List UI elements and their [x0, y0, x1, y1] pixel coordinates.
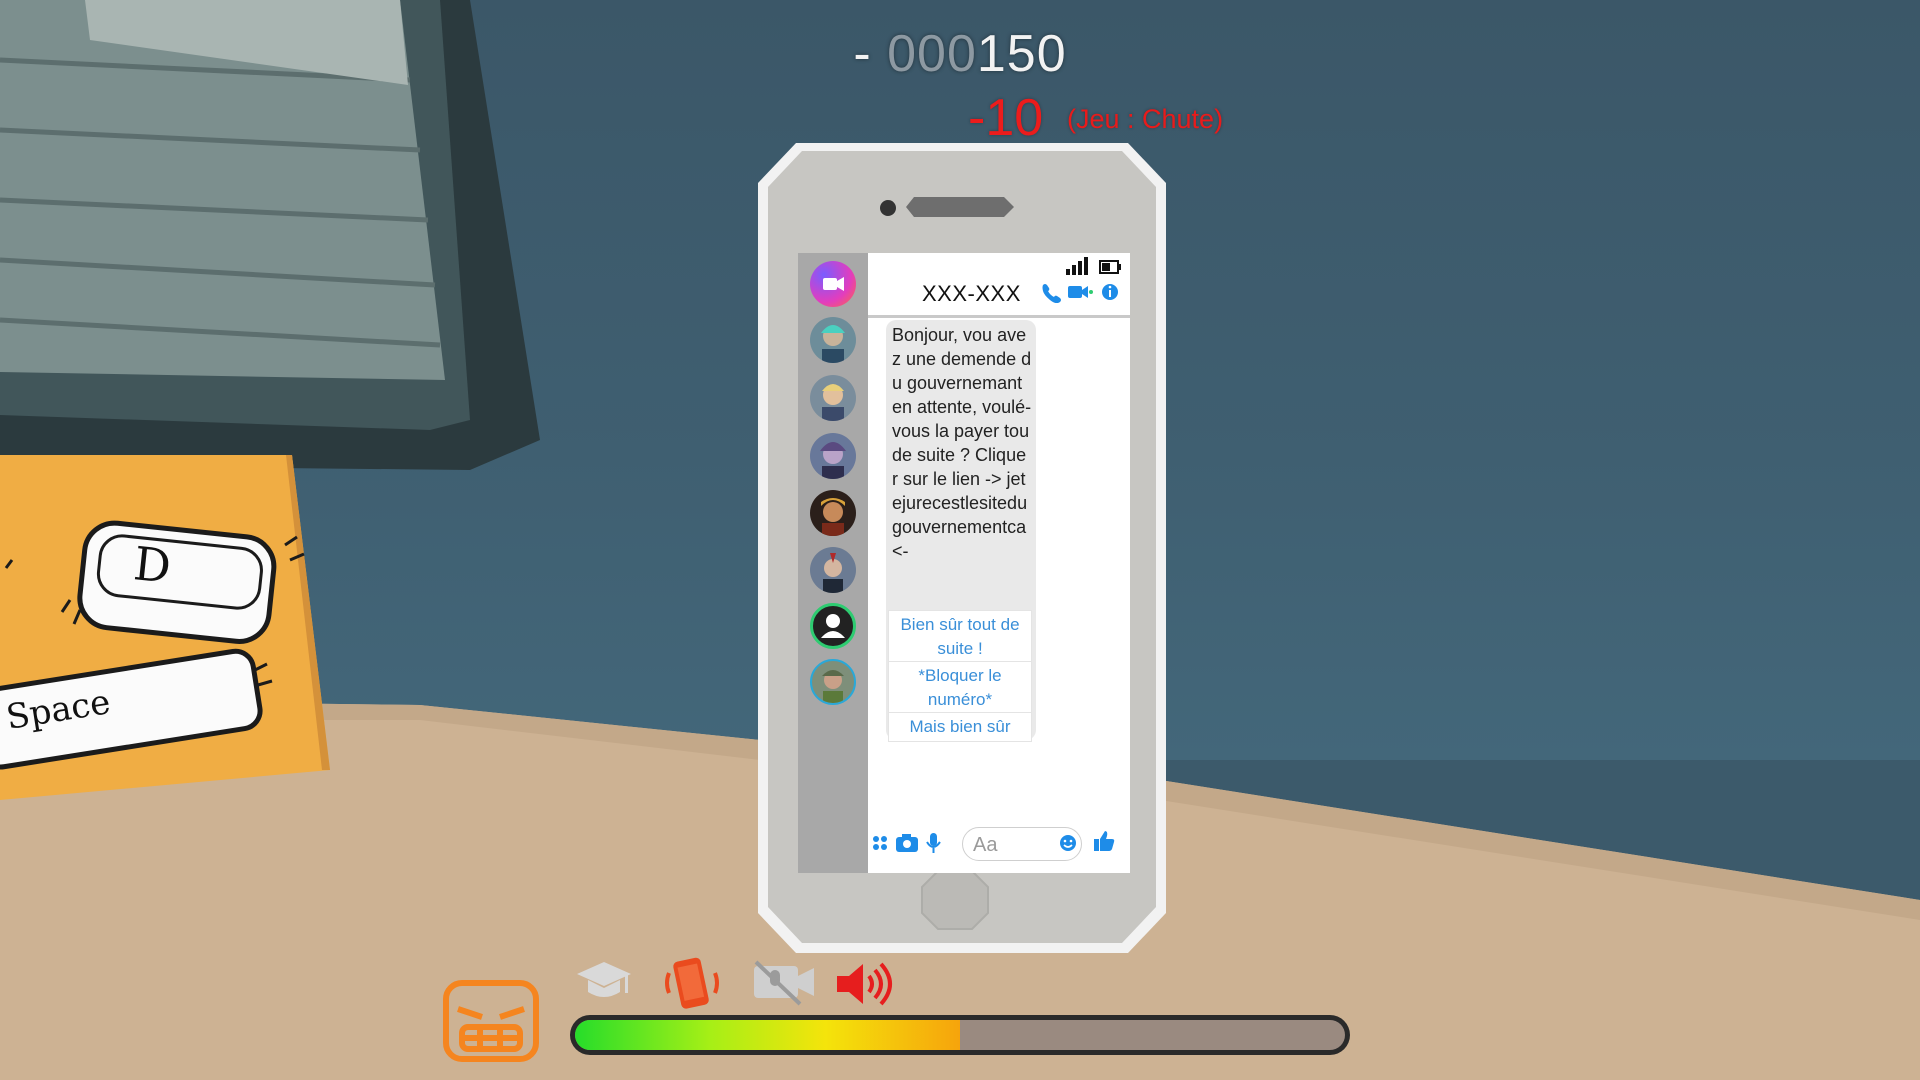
- contact-avatar[interactable]: [810, 659, 856, 705]
- contact-avatar[interactable]: [810, 375, 856, 421]
- phone-screen: XXX-XXX Bonjour, vou avez une demende du…: [798, 253, 1130, 873]
- score-display: - 000150: [840, 24, 1080, 84]
- chat-panel: XXX-XXX Bonjour, vou avez une demende du…: [868, 253, 1130, 873]
- muted-camera-icon: [754, 960, 814, 1006]
- penalty-value: -10: [968, 89, 1044, 147]
- contact-avatar[interactable]: [810, 433, 856, 479]
- contact-avatar[interactable]: [810, 490, 856, 536]
- penalty-reason: (Jeu : Chute): [1067, 104, 1224, 134]
- video-call-icon[interactable]: [1068, 286, 1093, 298]
- score-leading-zeros: 000: [887, 25, 977, 83]
- thumbs-up-icon[interactable]: [1092, 829, 1116, 853]
- stress-meter: [570, 1015, 1350, 1055]
- message-composer: Aa: [868, 819, 1130, 865]
- contacts-sidebar: [798, 253, 868, 873]
- reply-option-1[interactable]: Bien sûr tout de suite !: [888, 610, 1032, 664]
- camera-icon[interactable]: [896, 834, 918, 852]
- contact-avatar[interactable]: [810, 547, 856, 593]
- graduation-cap-icon: [577, 962, 631, 997]
- phone: XXX-XXX Bonjour, vou avez une demende du…: [758, 143, 1166, 953]
- message-text: Bonjour, vou avez une demende du gouvern…: [892, 325, 1032, 561]
- phone-vibrate-icon: [665, 957, 719, 1009]
- score-value: 150: [976, 25, 1067, 83]
- angry-face-icon: [443, 980, 539, 1062]
- stress-meter-track: [575, 1020, 1345, 1050]
- status-bar-icons: [1066, 257, 1121, 275]
- stress-meter-fill: [575, 1020, 960, 1050]
- apps-icon[interactable]: [873, 836, 887, 850]
- contact-avatar[interactable]: [810, 317, 856, 363]
- chat-header: XXX-XXX: [868, 253, 1130, 318]
- reply-option-3[interactable]: Mais bien sûr: [888, 712, 1032, 742]
- reply-option-2[interactable]: *Bloquer le numéro*: [888, 661, 1032, 715]
- score-prefix: -: [853, 25, 872, 83]
- messenger-icon[interactable]: [810, 261, 856, 307]
- microphone-icon[interactable]: [926, 833, 941, 853]
- key-d-label: D: [131, 536, 174, 594]
- info-icon[interactable]: [1102, 284, 1118, 300]
- emoji-icon[interactable]: [1058, 833, 1078, 853]
- chat-contact-name: XXX-XXX: [922, 281, 1021, 306]
- contact-avatar-unknown[interactable]: [810, 603, 856, 649]
- speaker-loud-icon: [837, 962, 892, 1006]
- call-icon[interactable]: [1042, 284, 1062, 303]
